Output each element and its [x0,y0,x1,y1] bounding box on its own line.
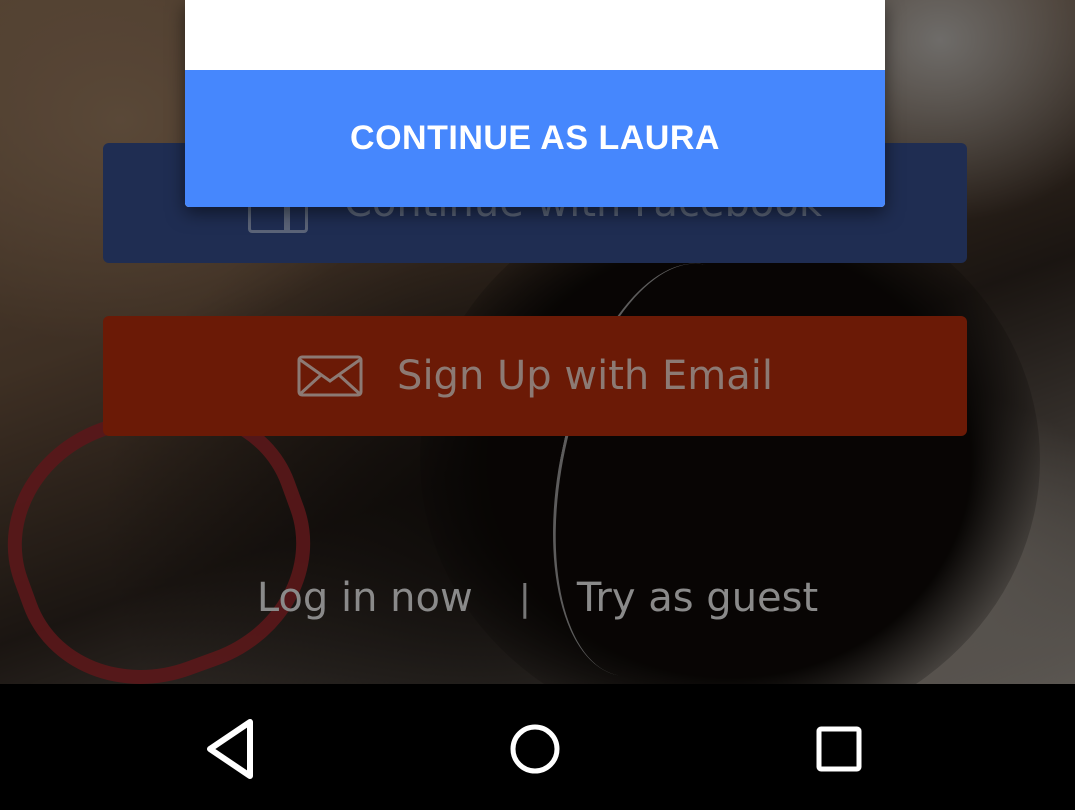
try-as-guest-link[interactable]: Try as guest [577,575,818,621]
home-button[interactable] [490,704,580,794]
log-in-now-link[interactable]: Log in now [257,575,473,621]
auth-links: Log in now | Try as guest [0,568,1075,628]
back-button[interactable] [188,704,278,794]
account-dialog: CONTINUE AS LAURA [185,0,885,207]
mail-icon [297,355,363,397]
continue-as-user-button[interactable]: CONTINUE AS LAURA [185,70,885,207]
sign-up-with-email-button[interactable]: Sign Up with Email [103,316,967,436]
link-separator: | [518,577,531,619]
back-triangle-icon [207,719,253,779]
email-button-label: Sign Up with Email [397,353,773,399]
recents-button[interactable] [794,704,884,794]
system-navigation-bar [0,684,1075,810]
home-circle-icon [510,724,560,774]
recents-square-icon [816,726,862,772]
